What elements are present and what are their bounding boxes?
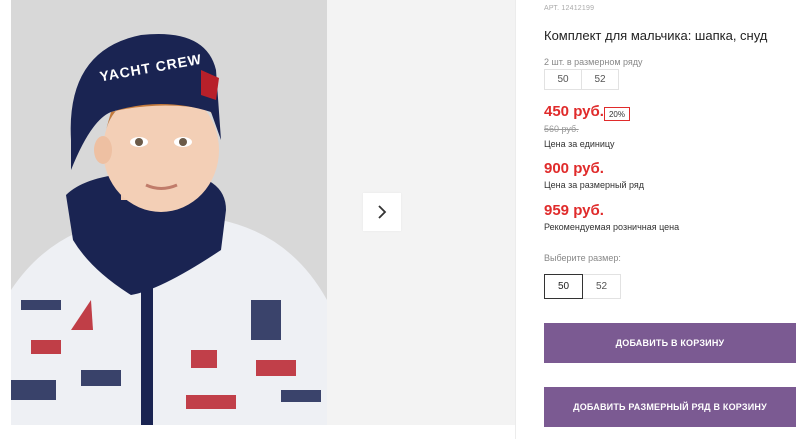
set-size-list: 50 52 — [544, 69, 619, 90]
article-number: АРТ. 12412199 — [544, 5, 595, 12]
set-size-chip: 50 — [544, 69, 582, 90]
product-title: Комплект для мальчика: шапка, снуд — [544, 28, 768, 43]
set-price: 900 руб. — [544, 160, 604, 177]
discount-badge: 20% — [604, 107, 630, 121]
add-to-cart-button[interactable]: ДОБАВИТЬ В КОРЗИНУ — [544, 323, 796, 363]
gallery-thumbnail-area — [327, 0, 515, 425]
product-info: АРТ. 12412199 Комплект для мальчика: шап… — [544, 0, 800, 439]
size-option-52[interactable]: 52 — [582, 274, 621, 299]
choose-size-label: Выберите размер: — [544, 253, 621, 263]
size-selector: 50 52 — [544, 274, 621, 299]
column-divider — [515, 0, 516, 439]
old-price: 560 руб. — [544, 124, 579, 134]
size-option-50[interactable]: 50 — [544, 274, 583, 299]
gallery-next-button[interactable] — [363, 193, 401, 231]
add-set-to-cart-button[interactable]: ДОБАВИТЬ РАЗМЕРНЫЙ РЯД В КОРЗИНУ — [544, 387, 796, 427]
set-price-note: Цена за размерный ряд — [544, 180, 645, 190]
unit-price: 450 руб. — [544, 103, 604, 120]
set-size-label: 2 шт. в размерном ряду — [544, 57, 643, 67]
retail-price-note: Рекомендуемая розничная цена — [544, 222, 680, 232]
product-gallery: YACHT CREW — [11, 0, 515, 425]
product-photo[interactable]: YACHT CREW — [11, 0, 327, 425]
retail-price: 959 руб. — [544, 202, 604, 219]
set-size-chip: 52 — [581, 69, 619, 90]
chevron-right-icon — [378, 205, 387, 219]
unit-price-note: Цена за единицу — [544, 139, 615, 149]
